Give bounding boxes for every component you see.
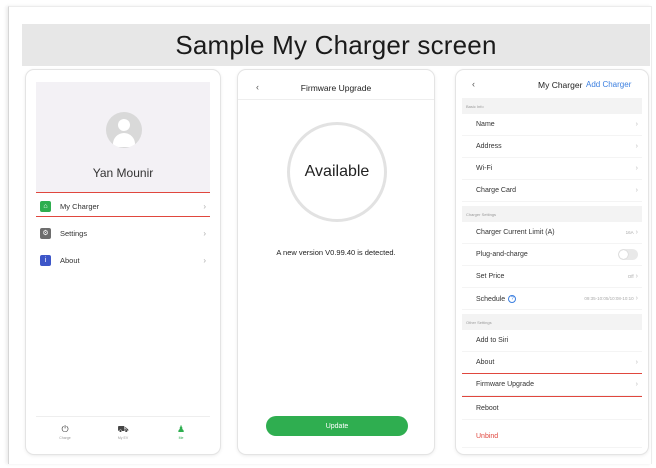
section-basic-info: Basic Info — [462, 98, 642, 114]
row-reboot[interactable]: Reboot — [462, 398, 642, 420]
tab-charge[interactable]: ⏻ Charge — [36, 417, 94, 446]
help-icon[interactable]: ? — [508, 294, 517, 303]
row-about[interactable]: About › — [462, 352, 642, 374]
row-current-limit[interactable]: Charger Current Limit (A) 16A › — [462, 222, 642, 244]
chevron-right-icon: › — [635, 295, 638, 302]
row-unbind[interactable]: Unbind — [462, 426, 642, 448]
section-charger-settings: Charger Settings — [462, 206, 642, 222]
row-address[interactable]: Address › — [462, 136, 642, 158]
chevron-right-icon: › — [203, 201, 206, 211]
chevron-right-icon: › — [635, 229, 638, 236]
profile-card: Yan Mounir — [36, 82, 210, 192]
section-other-settings: Other Settings — [462, 314, 642, 330]
row-wifi[interactable]: Wi-Fi › — [462, 158, 642, 180]
highlight-line-bottom — [36, 216, 210, 217]
row-label: Reboot — [476, 405, 499, 412]
row-label: Firmware Upgrade — [476, 381, 534, 388]
row-value: Off — [627, 274, 634, 279]
row-label: Plug-and-charge — [476, 251, 528, 258]
menu-item-label: About — [60, 255, 80, 265]
row-set-price[interactable]: Set Price Off › — [462, 266, 642, 288]
row-label: Add to Siri — [476, 337, 509, 344]
chevron-right-icon: › — [635, 121, 638, 128]
status-circle: Available — [287, 122, 387, 222]
back-icon[interactable]: ‹ — [472, 79, 475, 89]
tab-label: Charge — [59, 435, 71, 440]
firmware-screen: ‹ Firmware Upgrade Available A new versi… — [238, 70, 434, 454]
row-label: About — [476, 359, 495, 366]
info-icon: i — [40, 254, 51, 266]
tab-my-ev[interactable]: ⛟ My EV — [94, 417, 152, 446]
nav-bar: ‹ My Charger Add Charger — [456, 76, 648, 96]
tab-bar: ⏻ Charge ⛟ My EV ♟ Me — [36, 416, 210, 446]
username: Yan Mounir — [92, 166, 154, 180]
tab-label: Me — [178, 435, 184, 440]
person-icon: ♟ — [176, 423, 186, 434]
row-value: 16A — [625, 230, 634, 235]
row-label: Charger Current Limit (A) — [476, 229, 555, 236]
menu-item-label: Settings — [60, 228, 88, 238]
row-firmware-upgrade[interactable]: Firmware Upgrade › — [462, 374, 642, 396]
row-label: Address — [476, 143, 502, 150]
menu-item-settings[interactable]: ⚙ Settings › — [36, 221, 210, 245]
menu-item-my-charger[interactable]: ⌂ My Charger › — [36, 194, 210, 218]
highlight-line-bottom — [462, 396, 642, 397]
chevron-right-icon: › — [635, 187, 638, 194]
page-title: Firmware Upgrade — [300, 83, 372, 93]
chevron-right-icon: › — [635, 165, 638, 172]
avatar-icon[interactable] — [106, 112, 142, 148]
tab-label: My EV — [117, 435, 129, 440]
chevron-right-icon: › — [203, 255, 206, 265]
row-name[interactable]: Name › — [462, 114, 642, 136]
settings-icon: ⚙ — [40, 227, 51, 239]
row-plug-and-charge: Plug-and-charge — [462, 244, 642, 266]
page-title: My Charger — [538, 80, 583, 90]
title-banner: Sample My Charger screen — [22, 24, 650, 66]
chevron-right-icon: › — [635, 273, 638, 280]
unbind-label: Unbind — [476, 433, 499, 440]
row-value: 09:35-10:05/10:08-10:10 — [584, 296, 634, 301]
status-text: Available — [304, 163, 370, 180]
car-icon: ⛟ — [117, 423, 129, 434]
row-label-wrap: Schedule? — [462, 294, 584, 303]
row-add-to-siri[interactable]: Add to Siri — [462, 330, 642, 352]
power-icon: ⏻ — [61, 423, 69, 434]
row-label: Schedule — [476, 295, 506, 303]
row-charge-card[interactable]: Charge Card › — [462, 180, 642, 202]
profile-screen: Yan Mounir ⌂ My Charger › ⚙ Settings › i… — [26, 70, 220, 454]
update-button[interactable]: Update — [266, 416, 408, 436]
chevron-right-icon: › — [635, 143, 638, 150]
row-label: Wi-Fi — [476, 165, 493, 172]
chevron-right-icon: › — [635, 381, 638, 388]
chevron-right-icon: › — [203, 228, 206, 238]
add-charger-link[interactable]: Add Charger — [586, 80, 631, 89]
version-message: A new version V0.99.40 is detected. — [276, 248, 396, 257]
menu-item-about[interactable]: i About › — [36, 248, 210, 272]
plug-and-charge-toggle[interactable] — [618, 249, 638, 260]
row-label: Set Price — [476, 273, 505, 280]
nav-bar: ‹ Firmware Upgrade — [238, 78, 434, 100]
row-label: Name — [476, 121, 495, 128]
row-schedule[interactable]: Schedule? 09:35-10:05/10:08-10:10 › — [462, 288, 642, 310]
row-label: Charge Card — [476, 187, 517, 194]
home-icon: ⌂ — [40, 200, 51, 212]
highlight-line-top — [36, 192, 210, 193]
chevron-right-icon: › — [635, 359, 638, 366]
charger-screen: ‹ My Charger Add Charger Basic Info Name… — [456, 70, 648, 454]
tab-me[interactable]: ♟ Me — [152, 417, 210, 446]
menu-item-label: My Charger — [60, 201, 100, 211]
slide-title: Sample My Charger screen — [175, 29, 497, 60]
